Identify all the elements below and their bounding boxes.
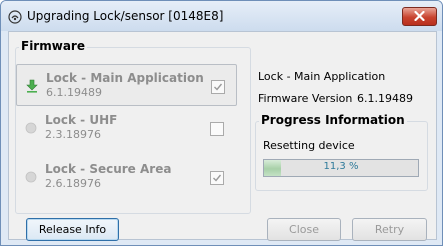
firmware-item-name: Lock - UHF — [45, 113, 118, 127]
progress-bar: 11,3 % — [263, 159, 419, 177]
close-icon — [414, 11, 425, 21]
close-button[interactable]: Close — [267, 218, 341, 241]
retry-button[interactable]: Retry — [352, 218, 427, 241]
component-name: Lock - Main Application — [258, 70, 386, 83]
firmware-item-version: 2.3.18976 — [45, 128, 101, 141]
idle-dot-icon — [24, 169, 38, 183]
firmware-version-label: Firmware Version — [258, 92, 353, 105]
window-title: Upgrading Lock/sensor [0148E8] — [27, 9, 224, 23]
checkmark-icon — [213, 174, 222, 182]
window-close-button[interactable] — [402, 7, 437, 26]
progress-percent: 11,3 % — [323, 161, 359, 172]
firmware-item-uhf[interactable]: Lock - UHF 2.3.18976 — [16, 107, 235, 147]
idle-dot-icon — [24, 120, 38, 134]
include-checkbox[interactable] — [211, 80, 225, 94]
radio-wave-icon — [8, 9, 22, 24]
progress-group — [255, 121, 428, 191]
firmware-item-secure-area[interactable]: Lock - Secure Area 2.6.18976 — [16, 156, 235, 196]
firmware-item-version: 2.6.18976 — [45, 177, 101, 190]
firmware-item-version: 6.1.19489 — [46, 86, 102, 99]
title-bar[interactable]: Upgrading Lock/sensor [0148E8] — [1, 1, 442, 31]
include-checkbox[interactable] — [210, 122, 224, 136]
firmware-item-main-application[interactable]: Lock - Main Application 6.1.19489 — [16, 64, 237, 106]
upgrade-dialog: Upgrading Lock/sensor [0148E8] Firmware … — [0, 0, 443, 246]
firmware-legend: Firmware — [19, 39, 87, 53]
firmware-item-name: Lock - Main Application — [46, 71, 204, 85]
progress-legend: Progress Information — [259, 113, 407, 127]
progress-status: Resetting device — [263, 139, 355, 152]
dialog-body: Firmware Lock - Main Application 6.1.194… — [8, 31, 437, 241]
download-arrow-icon — [25, 78, 39, 93]
firmware-version-value: 6.1.19489 — [357, 92, 413, 105]
release-info-button[interactable]: Release Info — [26, 218, 119, 241]
firmware-item-name: Lock - Secure Area — [45, 162, 172, 176]
include-checkbox[interactable] — [210, 171, 224, 185]
checkmark-icon — [214, 83, 223, 91]
